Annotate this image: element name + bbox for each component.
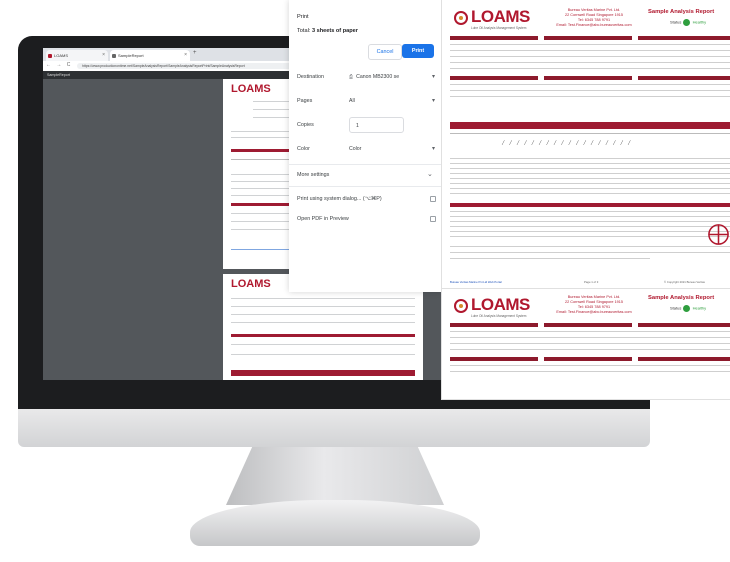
- logo-subtitle: Lube Oil Analysis Management System: [471, 26, 527, 30]
- color-select[interactable]: Color: [349, 141, 437, 157]
- tab-label: SampleReport: [118, 53, 144, 58]
- loams-favicon-icon: [48, 54, 52, 58]
- status-check-icon: [683, 19, 691, 26]
- loams-badge-icon: [454, 11, 468, 25]
- logo-subtitle: Lube Oil Analysis Management System: [471, 314, 527, 318]
- report-preview-page: LOAMS Lube Oil Analysis Management Syste…: [441, 0, 730, 292]
- nav-buttons[interactable]: ← → C: [46, 62, 72, 68]
- status-label: Status: [670, 19, 682, 25]
- monitor-chin: [18, 409, 650, 447]
- browser-tab-loams[interactable]: LOAMS ×: [46, 50, 108, 61]
- tab-label: LOAMS: [54, 53, 69, 58]
- printer-icon: ⎙: [349, 74, 354, 80]
- sheet-total: Total: 3 sheets of paper: [297, 28, 358, 34]
- company-block: Bureau Veritas Marine Pvt. Ltd. 22 Cornw…: [524, 295, 664, 315]
- system-dialog-link[interactable]: Print using system dialog... (⌥⌘P): [297, 196, 382, 202]
- report-title: Sample Analysis Report: [648, 295, 715, 301]
- destination-select[interactable]: ⎙ Canon MB2300 se: [349, 69, 437, 85]
- more-settings-toggle[interactable]: More settings: [297, 172, 329, 178]
- company-block: Bureau Veritas Marine Pvt. Ltd. 22 Cornw…: [524, 8, 664, 28]
- total-prefix: Total:: [297, 28, 311, 34]
- new-tab-button[interactable]: +: [193, 50, 197, 56]
- company-line: Email: Test.Finance@abc.bureauveritas.co…: [556, 23, 632, 27]
- loams-logo-small: LOAMS: [231, 278, 271, 290]
- company-line: Email: Test.Finance@abc.bureauveritas.co…: [556, 310, 632, 314]
- color-label: Color: [297, 146, 310, 152]
- report-title: Sample Analysis Report: [648, 9, 715, 15]
- pages-label: Pages: [297, 98, 313, 104]
- zoom-plus-icon[interactable]: [707, 223, 730, 246]
- divider: [289, 186, 441, 187]
- open-external-icon[interactable]: [430, 196, 436, 202]
- loams-logo: LOAMS: [471, 295, 530, 314]
- total-value: 3 sheets of paper: [311, 28, 358, 34]
- dialog-title: Print: [297, 14, 309, 20]
- monitor-stand-neck: [226, 447, 444, 505]
- loams-logo: LOAMS: [471, 7, 530, 26]
- monitor-stand-base: [190, 500, 480, 546]
- destination-label: Destination: [297, 74, 324, 80]
- pages-select[interactable]: All: [349, 93, 437, 109]
- footer-copyright: © Copyright 2021 Bureau Veritas: [664, 280, 705, 284]
- open-external-icon[interactable]: [430, 216, 436, 222]
- status-value: Healthy: [692, 19, 707, 25]
- print-dialog: Print Total: 3 sheets of paper Cancel Pr…: [289, 0, 441, 292]
- chevron-down-icon[interactable]: ⌄: [427, 170, 433, 178]
- report-preview-page-2: LOAMS Lube Oil Analysis Management Syste…: [441, 288, 730, 400]
- print-button[interactable]: Print: [402, 44, 434, 58]
- loams-logo-small: LOAMS: [231, 83, 271, 95]
- footer-page-number: Page 1 of 3: [584, 280, 599, 284]
- loams-badge-icon: [454, 299, 468, 313]
- status-indicator: Status Healthy: [670, 305, 706, 312]
- copies-label: Copies: [297, 122, 314, 128]
- pages-value: All: [349, 98, 355, 104]
- page-favicon-icon: [112, 54, 116, 58]
- status-check-icon: [683, 305, 691, 312]
- color-value: Color: [349, 146, 362, 152]
- status-value: Healthy: [692, 305, 707, 311]
- status-label: Status: [670, 305, 682, 311]
- cancel-button[interactable]: Cancel: [368, 44, 402, 60]
- footer-link[interactable]: Bureau Veritas Marine Pvt Ltd Web Portal: [450, 280, 502, 284]
- destination-value: Canon MB2300 se: [356, 74, 400, 80]
- browser-tab-samplereport[interactable]: SampleReport ×: [110, 50, 190, 61]
- section-header-bar: Equipment Details: [450, 122, 730, 136]
- copies-input[interactable]: 1: [349, 117, 404, 133]
- open-pdf-link[interactable]: Open PDF in Preview: [297, 216, 349, 222]
- divider: [289, 164, 441, 165]
- close-icon[interactable]: ×: [184, 50, 187, 61]
- close-icon[interactable]: ×: [102, 50, 105, 61]
- status-indicator: Status Healthy: [670, 19, 706, 26]
- column-headers: ╱╱╱╱╱╱╱╱╱╱╱╱╱╱╱╱╱╱: [502, 140, 636, 145]
